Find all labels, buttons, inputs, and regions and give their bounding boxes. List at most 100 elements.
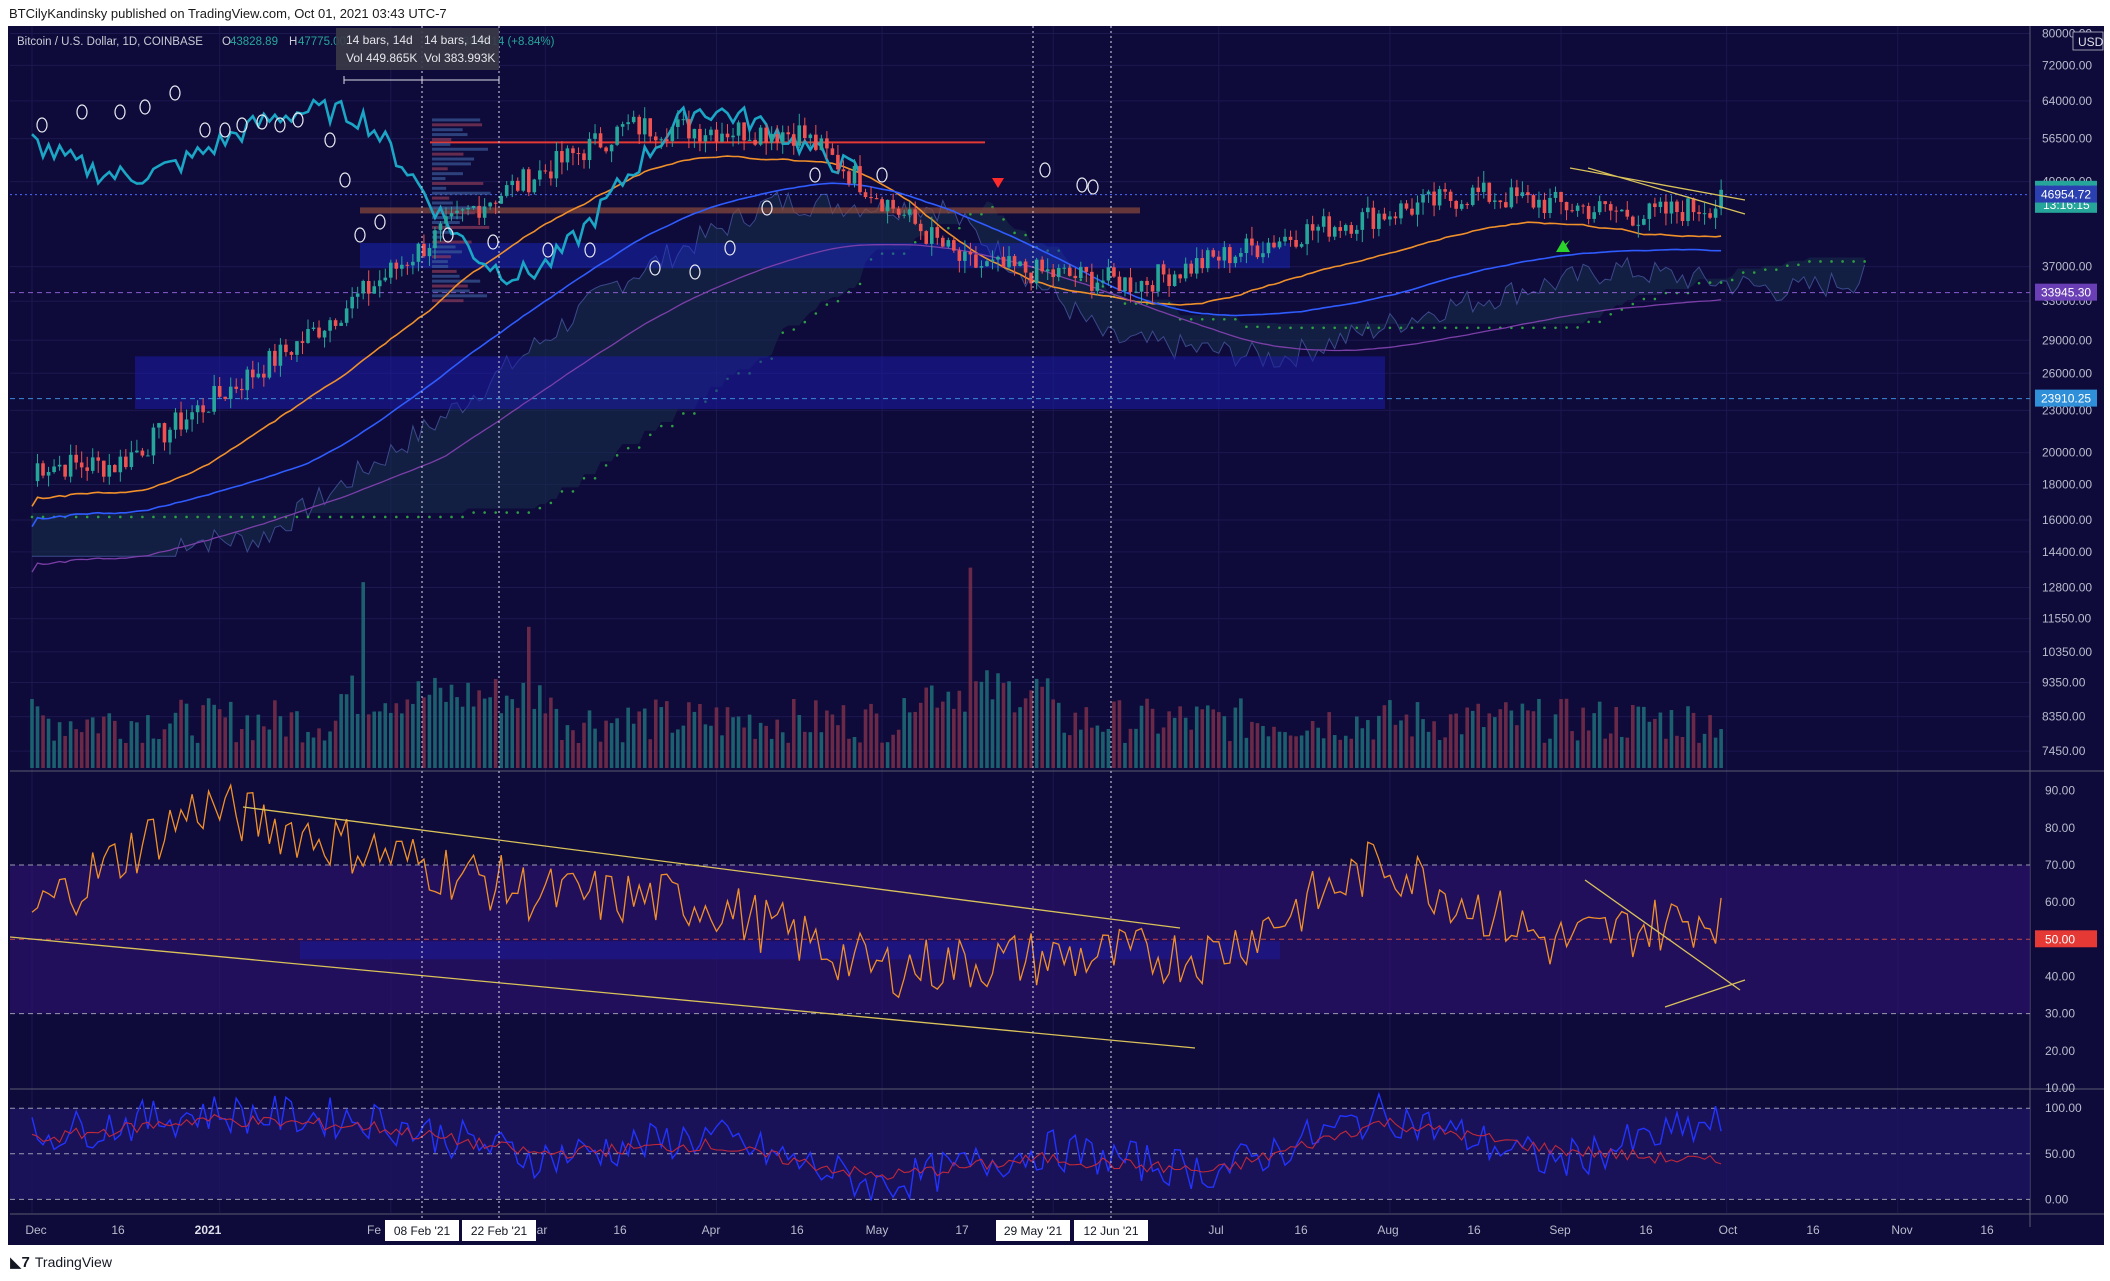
volume-bar	[1426, 731, 1431, 768]
candle-body	[124, 456, 128, 468]
candle-body	[1327, 216, 1331, 237]
measure-bars-left: 14 bars, 14d	[346, 33, 413, 47]
candle-body	[880, 199, 884, 212]
candle-body	[1128, 277, 1133, 292]
volume-bar	[1653, 718, 1657, 768]
candle-body	[63, 464, 67, 477]
volume-bar	[306, 731, 310, 768]
volume-bar	[1161, 727, 1166, 768]
green-dot	[361, 515, 365, 519]
volume-bar	[1631, 704, 1635, 768]
volume-bar	[471, 706, 476, 768]
candle-body	[896, 208, 901, 215]
candle-body	[527, 169, 531, 193]
volume-bar	[1255, 723, 1260, 768]
volume-profile-bar	[432, 191, 491, 195]
candle-body	[195, 405, 200, 413]
volume-bar	[438, 687, 443, 768]
volume-bar	[1553, 714, 1558, 768]
green-dot	[593, 476, 597, 480]
candle-body	[676, 119, 680, 128]
candle-body	[1592, 212, 1596, 219]
candle-body	[1642, 218, 1646, 225]
volume-bar	[239, 729, 244, 768]
green-dot	[1719, 281, 1723, 284]
time-tick-label: Sep	[1549, 1223, 1571, 1237]
green-dot	[560, 490, 564, 493]
candle-body	[52, 466, 56, 472]
green-dot	[1377, 326, 1381, 330]
volume-bar	[825, 710, 829, 768]
volume-bar	[151, 738, 156, 768]
candle-body	[1139, 280, 1144, 292]
candle-body	[1614, 210, 1619, 212]
volume-bar	[990, 699, 995, 768]
volume-bar	[1520, 703, 1525, 768]
volume-bar	[797, 714, 802, 768]
volume-bar	[1156, 733, 1160, 768]
volume-bar	[1178, 706, 1182, 768]
volume-bar	[764, 725, 768, 768]
candle-body	[1647, 203, 1652, 219]
candle-body	[692, 128, 697, 139]
candle-body	[1581, 205, 1585, 207]
volume-bar	[377, 711, 382, 768]
candle-body	[1559, 191, 1563, 203]
volume-bar	[1548, 738, 1552, 768]
volume-bar	[41, 715, 45, 768]
candle-body	[1134, 291, 1138, 293]
time-tick-label: Nov	[1891, 1223, 1912, 1237]
candle-body	[847, 171, 851, 184]
time-tick-label: 16	[1806, 1223, 1820, 1237]
green-dot	[240, 515, 244, 519]
candle-body	[262, 373, 266, 378]
candle-body	[278, 344, 283, 366]
candle-body	[1675, 201, 1679, 213]
candle-body	[797, 125, 802, 146]
candle-body	[1708, 213, 1712, 218]
green-dot	[96, 515, 100, 519]
candle-body	[317, 327, 321, 338]
price-tick-label: 29000.00	[2042, 333, 2092, 347]
candle-body	[1123, 277, 1127, 292]
volume-bar	[333, 720, 338, 768]
time-tick-label: 16	[111, 1223, 125, 1237]
candle-body	[1481, 182, 1486, 192]
price-tick-label: 72000.00	[2042, 58, 2092, 72]
candle-body	[1636, 224, 1641, 226]
volume-bar	[692, 711, 697, 768]
chart-canvas[interactable]: 80000.0072000.0064000.0056500.0049000.00…	[0, 0, 2110, 1245]
volume-bar	[394, 703, 399, 768]
candle-body	[1172, 274, 1177, 287]
candle-body	[593, 133, 597, 139]
candle-body	[637, 116, 641, 135]
price-tick-label: 11550.00	[2042, 612, 2091, 626]
green-dot	[958, 226, 961, 230]
candle-body	[361, 280, 365, 294]
volume-bar	[1250, 721, 1254, 768]
candle-body	[333, 320, 338, 326]
candle-body	[372, 286, 377, 294]
volume-bar	[1001, 683, 1006, 768]
green-dot	[1852, 260, 1855, 263]
volume-bar	[1222, 716, 1227, 768]
volume-bar	[1493, 717, 1497, 768]
candle-body	[273, 350, 277, 366]
green-dot	[626, 446, 630, 450]
volume-profile-bar	[432, 284, 468, 288]
candle-body	[929, 227, 934, 244]
volume-profile-bar	[432, 118, 481, 122]
green-dot	[185, 515, 188, 519]
candle-body	[289, 352, 294, 355]
candle-body	[681, 119, 686, 121]
volume-bar	[1614, 707, 1619, 768]
volume-bar	[670, 732, 675, 768]
volume-bar	[1266, 736, 1271, 768]
volume-bar	[747, 714, 752, 768]
rsi-tick-label: 30.00	[2045, 1007, 2075, 1021]
price-tick-label: 12800.00	[2042, 581, 2092, 595]
green-dot	[317, 515, 321, 519]
candle-body	[68, 454, 73, 477]
candle-body	[1062, 267, 1067, 269]
candle-body	[1631, 216, 1635, 226]
